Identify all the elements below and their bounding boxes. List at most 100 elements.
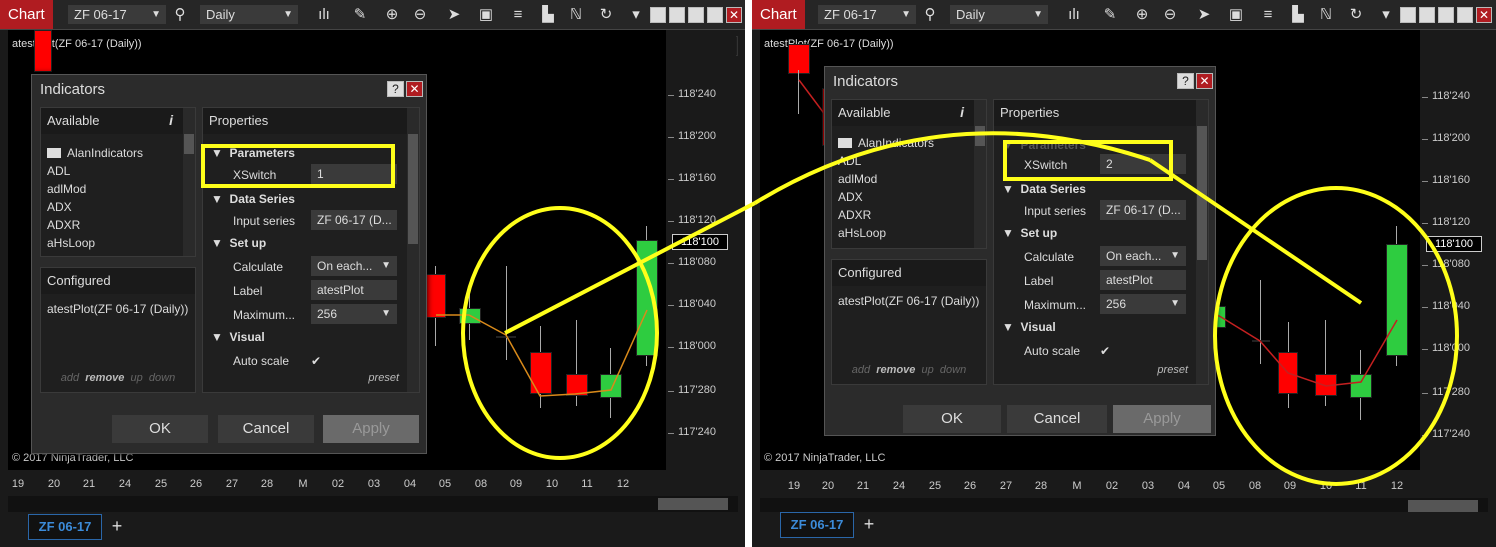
up-link[interactable]: up: [922, 364, 934, 376]
pointer-icon[interactable]: ➤: [1194, 5, 1214, 25]
search-icon[interactable]: ⚲: [920, 5, 940, 25]
preset-link[interactable]: preset: [1157, 364, 1188, 376]
calculate-select[interactable]: On each... ▼: [1100, 246, 1186, 266]
window-tile2-icon[interactable]: [669, 7, 685, 23]
properties-scrollbar[interactable]: [1196, 100, 1208, 384]
up-link[interactable]: up: [131, 372, 143, 384]
data-box-icon[interactable]: ▣: [1226, 5, 1246, 25]
list-item[interactable]: aHsLoop: [47, 236, 95, 250]
configured-list[interactable]: Configured atestPlot(ZF 06-17 (Daily)) a…: [831, 259, 987, 385]
properties-scrollbar[interactable]: [407, 108, 419, 392]
available-list[interactable]: Available i AlanIndicators ADL adlMod AD…: [40, 107, 196, 257]
instrument-tab[interactable]: ZF 06-17: [780, 512, 854, 538]
minimize-icon[interactable]: [1438, 7, 1454, 23]
add-link[interactable]: add: [61, 372, 79, 384]
menu-chevron-icon[interactable]: ▾: [1376, 5, 1396, 25]
list-item[interactable]: ADL: [47, 164, 70, 178]
available-list[interactable]: Available i AlanIndicators ADL adlMod AD…: [831, 99, 987, 249]
reload-icon[interactable]: ↻: [1346, 5, 1366, 25]
interval-selector[interactable]: Daily ▼: [200, 5, 298, 24]
list-item[interactable]: aHsLoop: [838, 226, 886, 240]
list-item[interactable]: ADX: [47, 200, 72, 214]
instrument-tab[interactable]: ZF 06-17: [28, 514, 102, 540]
list-scrollbar[interactable]: [183, 108, 195, 256]
help-icon[interactable]: ?: [1177, 73, 1194, 89]
list-item[interactable]: AlanIndicators: [47, 146, 143, 160]
close-icon[interactable]: ✕: [726, 7, 742, 23]
configured-list[interactable]: Configured atestPlot(ZF 06-17 (Daily)) a…: [40, 267, 196, 393]
remove-link[interactable]: remove: [876, 364, 915, 376]
add-link[interactable]: add: [852, 364, 870, 376]
zoom-out-icon[interactable]: ⊖: [1160, 5, 1180, 25]
close-icon[interactable]: ✕: [1196, 73, 1213, 89]
configured-item[interactable]: atestPlot(ZF 06-17 (Daily)): [838, 294, 979, 308]
apply-button[interactable]: Apply: [1113, 405, 1211, 433]
indicator-icon[interactable]: ℕ: [1316, 5, 1336, 25]
horizontal-scrollbar[interactable]: [8, 496, 738, 512]
strategy-icon[interactable]: ≡: [508, 5, 528, 25]
close-icon[interactable]: ✕: [406, 81, 423, 97]
menu-chevron-icon[interactable]: ▾: [626, 5, 646, 25]
add-tab-icon[interactable]: +: [860, 512, 878, 538]
window-tile2-icon[interactable]: [1419, 7, 1435, 23]
list-item[interactable]: adlMod: [47, 182, 86, 196]
section-visual[interactable]: ▼ Visual: [1002, 320, 1056, 334]
maximize-icon[interactable]: [1457, 7, 1473, 23]
indicator-icon[interactable]: ℕ: [566, 5, 586, 25]
maximize-icon[interactable]: [707, 7, 723, 23]
list-item[interactable]: ADX: [838, 190, 863, 204]
chart-tab[interactable]: Chart: [0, 0, 53, 29]
close-icon[interactable]: ✕: [1476, 7, 1492, 23]
interval-selector[interactable]: Daily ▼: [950, 5, 1048, 24]
strategy-icon[interactable]: ≡: [1258, 5, 1278, 25]
list-item[interactable]: ADL: [838, 154, 861, 168]
label-field[interactable]: atestPlot: [1100, 270, 1186, 290]
templates-icon[interactable]: ▙: [538, 5, 558, 25]
down-link[interactable]: down: [940, 364, 966, 376]
cancel-button[interactable]: Cancel: [218, 415, 314, 443]
list-item[interactable]: ADXR: [838, 208, 871, 222]
remove-link[interactable]: remove: [85, 372, 124, 384]
section-visual[interactable]: ▼ Visual: [211, 330, 265, 344]
input-series-field[interactable]: ZF 06-17 (D...: [1100, 200, 1186, 220]
input-series-field[interactable]: ZF 06-17 (D...: [311, 210, 397, 230]
list-item[interactable]: adlMod: [838, 172, 877, 186]
window-tile-icon[interactable]: [1400, 7, 1416, 23]
add-tab-icon[interactable]: +: [108, 514, 126, 540]
cancel-button[interactable]: Cancel: [1007, 405, 1107, 433]
list-scrollbar[interactable]: [974, 100, 986, 248]
ok-button[interactable]: OK: [903, 405, 1001, 433]
ok-button[interactable]: OK: [112, 415, 208, 443]
list-item[interactable]: AlanIndicators: [838, 136, 934, 150]
pencil-icon[interactable]: ✎: [350, 5, 370, 25]
section-setup[interactable]: ▼ Set up: [211, 236, 266, 250]
minimize-icon[interactable]: [688, 7, 704, 23]
pencil-icon[interactable]: ✎: [1100, 5, 1120, 25]
bars-icon[interactable]: ılı: [314, 5, 334, 25]
pointer-icon[interactable]: ➤: [444, 5, 464, 25]
bars-icon[interactable]: ılı: [1064, 5, 1084, 25]
zoom-out-icon[interactable]: ⊖: [410, 5, 430, 25]
scrollbar-thumb[interactable]: [658, 498, 728, 510]
section-data-series[interactable]: ▼ Data Series: [211, 192, 295, 206]
maximum-select[interactable]: 256 ▼: [1100, 294, 1186, 314]
window-tile-icon[interactable]: [650, 7, 666, 23]
list-item[interactable]: ADXR: [47, 218, 80, 232]
calculate-select[interactable]: On each... ▼: [311, 256, 397, 276]
configured-item[interactable]: atestPlot(ZF 06-17 (Daily)): [47, 302, 188, 316]
chart-tab[interactable]: Chart: [752, 0, 805, 29]
reload-icon[interactable]: ↻: [596, 5, 616, 25]
search-icon[interactable]: ⚲: [170, 5, 190, 25]
help-icon[interactable]: ?: [387, 81, 404, 97]
data-box-icon[interactable]: ▣: [476, 5, 496, 25]
preset-link[interactable]: preset: [368, 372, 399, 384]
zoom-in-icon[interactable]: ⊕: [382, 5, 402, 25]
label-field[interactable]: atestPlot: [311, 280, 397, 300]
templates-icon[interactable]: ▙: [1288, 5, 1308, 25]
instrument-selector[interactable]: ZF 06-17 ▼: [818, 5, 916, 24]
info-icon[interactable]: i: [169, 112, 173, 128]
zoom-in-icon[interactable]: ⊕: [1132, 5, 1152, 25]
auto-scale-checkbox[interactable]: ✔: [311, 354, 321, 368]
auto-scale-checkbox[interactable]: ✔: [1100, 344, 1110, 358]
section-data-series[interactable]: ▼ Data Series: [1002, 182, 1086, 196]
